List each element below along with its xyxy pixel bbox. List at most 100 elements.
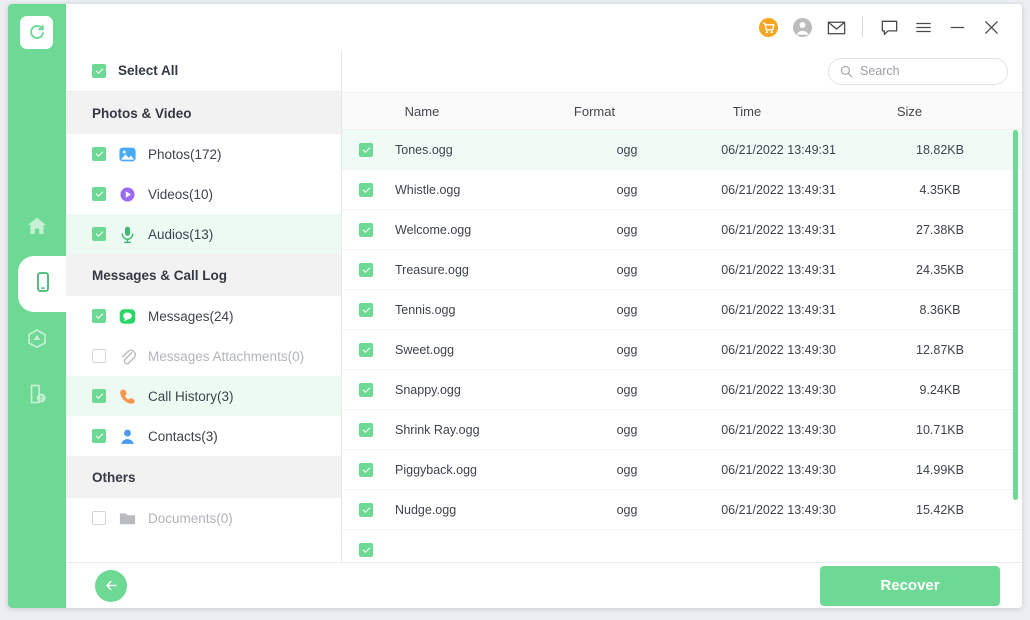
row-checkbox[interactable] [359, 143, 373, 157]
sidebar-item-icon [117, 346, 137, 366]
row-checkbox[interactable] [359, 263, 373, 277]
sidebar-item[interactable]: Messages(24) [66, 296, 341, 336]
feedback-button[interactable] [872, 10, 906, 44]
column-header-name[interactable]: Name [342, 104, 522, 119]
minimize-icon [947, 17, 968, 38]
attachment-icon [118, 347, 137, 366]
mail-button[interactable] [819, 10, 853, 44]
table-row[interactable]: Welcome.oggogg06/21/2022 13:49:3127.38KB [342, 210, 1022, 250]
row-checkbox[interactable] [359, 303, 373, 317]
cell-name: Nudge.ogg [395, 503, 555, 517]
file-list-scrollbar[interactable] [1013, 130, 1018, 562]
cell-size: 14.99KB [858, 463, 1022, 477]
sidebar-item-checkbox[interactable] [92, 511, 106, 525]
menu-button[interactable] [906, 10, 940, 44]
cell-name: Sweet.ogg [395, 343, 555, 357]
column-header-size[interactable]: Size [827, 104, 992, 119]
select-all-label: Select All [118, 63, 178, 78]
sidebar-item-label: Photos(172) [148, 147, 222, 162]
column-header-time[interactable]: Time [667, 104, 827, 119]
select-all-row[interactable]: Select All [66, 50, 341, 92]
cell-size: 24.35KB [858, 263, 1022, 277]
sidebar-item-icon [117, 224, 137, 244]
sidebar-item-label: Audios(13) [148, 227, 213, 242]
sidebar-item-checkbox[interactable] [92, 227, 106, 241]
sidebar-item[interactable]: Contacts(3) [66, 416, 341, 456]
minimize-button[interactable] [940, 10, 974, 44]
table-row[interactable]: Piggyback.oggogg06/21/2022 13:49:3014.99… [342, 450, 1022, 490]
sidebar-item-checkbox[interactable] [92, 349, 106, 363]
row-checkbox[interactable] [359, 383, 373, 397]
cell-size: 9.24KB [858, 383, 1022, 397]
table-row[interactable]: Nudge.oggogg06/21/2022 13:49:3015.42KB [342, 490, 1022, 530]
sidebar-item[interactable]: Audios(13) [66, 214, 341, 254]
cell-format: ogg [555, 383, 699, 397]
table-row[interactable]: Tones.oggogg06/21/2022 13:49:3118.82KB [342, 130, 1022, 170]
sidebar-item-checkbox[interactable] [92, 389, 106, 403]
cloud-backup-icon [25, 326, 49, 355]
cell-name: Shrink Ray.ogg [395, 423, 555, 437]
cell-time: 06/21/2022 13:49:31 [699, 143, 858, 157]
sidebar-item-icon [117, 508, 137, 528]
photos-icon [118, 145, 137, 164]
row-checkbox[interactable] [359, 423, 373, 437]
sidebar-item-checkbox[interactable] [92, 429, 106, 443]
search-input[interactable] [860, 64, 990, 78]
rail-item-backup[interactable] [8, 312, 66, 368]
sidebar-item-checkbox[interactable] [92, 309, 106, 323]
cart-button[interactable] [751, 10, 785, 44]
cell-time: 06/21/2022 13:49:31 [699, 263, 858, 277]
sidebar-item-icon [117, 426, 137, 446]
sidebar-item[interactable]: Call History(3) [66, 376, 341, 416]
row-checkbox[interactable] [359, 223, 373, 237]
cell-format: ogg [555, 143, 699, 157]
table-row[interactable]: Treasure.oggogg06/21/2022 13:49:3124.35K… [342, 250, 1022, 290]
sidebar-item[interactable]: Documents(0) [66, 498, 341, 538]
left-nav-rail [8, 4, 66, 608]
table-row[interactable]: Snappy.oggogg06/21/2022 13:49:309.24KB [342, 370, 1022, 410]
scrollbar-thumb[interactable] [1013, 130, 1018, 500]
table-body: Tones.oggogg06/21/2022 13:49:3118.82KBWh… [342, 130, 1022, 562]
search-icon [840, 65, 853, 78]
table-row[interactable]: Sweet.oggogg06/21/2022 13:49:3012.87KB [342, 330, 1022, 370]
cell-format: ogg [555, 303, 699, 317]
cell-time: 06/21/2022 13:49:31 [699, 303, 858, 317]
row-checkbox[interactable] [359, 183, 373, 197]
cell-name: Whistle.ogg [395, 183, 555, 197]
search-bar [342, 50, 1022, 92]
row-checkbox[interactable] [359, 343, 373, 357]
sidebar-item-checkbox[interactable] [92, 187, 106, 201]
table-row[interactable]: Shrink Ray.oggogg06/21/2022 13:49:3010.7… [342, 410, 1022, 450]
cell-name: Tennis.ogg [395, 303, 555, 317]
cell-format: ogg [555, 503, 699, 517]
cell-time: 06/21/2022 13:49:30 [699, 423, 858, 437]
close-button[interactable] [974, 10, 1008, 44]
sidebar-item-icon [117, 184, 137, 204]
cell-size: 27.38KB [858, 223, 1022, 237]
table-row[interactable]: Tennis.oggogg06/21/2022 13:49:318.36KB [342, 290, 1022, 330]
sidebar-item[interactable]: Videos(10) [66, 174, 341, 214]
row-checkbox[interactable] [359, 463, 373, 477]
cell-time: 06/21/2022 13:49:30 [699, 343, 858, 357]
back-button[interactable] [95, 570, 127, 602]
cell-name: Welcome.ogg [395, 223, 555, 237]
refresh-circle-icon [28, 24, 46, 42]
recover-button[interactable]: Recover [820, 566, 1000, 606]
table-row[interactable] [342, 530, 1022, 562]
column-header-format[interactable]: Format [522, 104, 667, 119]
search-box[interactable] [828, 58, 1008, 85]
cell-time: 06/21/2022 13:49:30 [699, 463, 858, 477]
sidebar-item-checkbox[interactable] [92, 147, 106, 161]
sidebar-item[interactable]: Photos(172) [66, 134, 341, 174]
rail-item-repair[interactable] [8, 368, 66, 424]
cell-size: 4.35KB [858, 183, 1022, 197]
select-all-checkbox[interactable] [92, 64, 106, 78]
sidebar-item[interactable]: Messages Attachments(0) [66, 336, 341, 376]
sidebar-item-icon [117, 144, 137, 164]
app-window: Select All Photos & VideoPhotos(172)Vide… [8, 4, 1022, 608]
row-checkbox[interactable] [359, 503, 373, 517]
rail-item-home[interactable] [8, 200, 66, 256]
account-button[interactable] [785, 10, 819, 44]
table-row[interactable]: Whistle.oggogg06/21/2022 13:49:314.35KB [342, 170, 1022, 210]
row-checkbox[interactable] [359, 543, 373, 557]
